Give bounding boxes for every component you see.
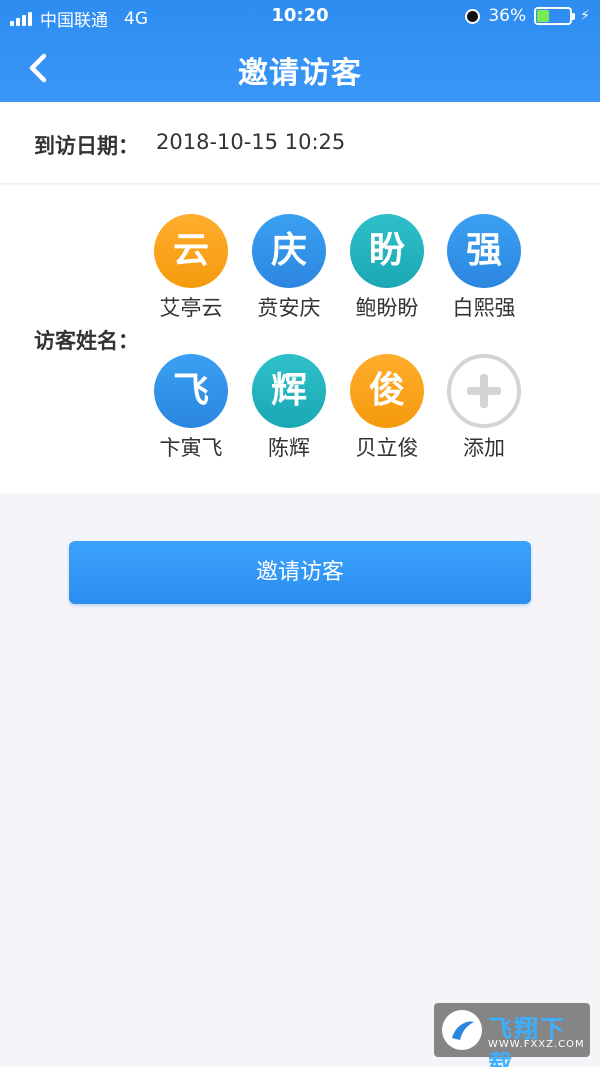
invite-visitor-button[interactable]: 邀请访客: [69, 541, 531, 604]
visitor-name: 白熙强: [452, 296, 516, 320]
visitor-item[interactable]: 辉 陈辉: [241, 354, 337, 462]
visitor-avatar: 飞: [154, 354, 228, 428]
visitor-avatar: 庆: [252, 214, 326, 288]
top-header: 中国联通 4G 10:20 36% ⚡ 邀请访客: [0, 0, 600, 102]
battery-percent: 36%: [488, 6, 527, 26]
battery-icon: [534, 7, 576, 25]
visitor-avatar: 俊: [350, 354, 424, 428]
visitor-section: 访客姓名： 云 艾亭云 庆 贲安庆 盼 鲍盼盼 强 白熙强 飞 卞寅飞 辉 陈辉…: [0, 185, 600, 493]
visitor-avatar: 辉: [252, 354, 326, 428]
visit-date-row[interactable]: 到访日期： 2018-10-15 10:25: [0, 102, 600, 184]
add-visitor-button[interactable]: 添加: [436, 354, 532, 462]
visitor-avatar: 云: [154, 214, 228, 288]
visitor-item[interactable]: 庆 贲安庆: [241, 214, 337, 322]
status-bar: 中国联通 4G 10:20 36% ⚡: [0, 0, 600, 34]
page-title: 邀请访客: [238, 56, 362, 91]
visitor-name: 卞寅飞: [159, 436, 223, 460]
visitor-name: 贝立俊: [355, 436, 419, 460]
visitor-item[interactable]: 强 白熙强: [436, 214, 532, 322]
visitor-item[interactable]: 俊 贝立俊: [339, 354, 435, 462]
visitor-item[interactable]: 飞 卞寅飞: [143, 354, 239, 462]
watermark-text: 飞翔下载: [488, 1015, 566, 1067]
visitor-item[interactable]: 盼 鲍盼盼: [339, 214, 435, 322]
visit-date-value[interactable]: 2018-10-15 10:25: [156, 130, 345, 154]
alarm-icon: [465, 8, 481, 24]
visitor-avatar: 强: [447, 214, 521, 288]
visitor-name: 陈辉: [268, 436, 310, 460]
site-watermark: 飞翔下载 WWW.FXXZ.COM: [434, 1003, 590, 1067]
charging-icon: ⚡: [580, 8, 590, 24]
visitor-name-label: 访客姓名：: [34, 329, 139, 353]
watermark-url: WWW.FXXZ.COM: [488, 1039, 585, 1050]
plus-icon: [447, 354, 521, 428]
visitor-name: 贲安庆: [257, 296, 321, 320]
visitor-avatar: 盼: [350, 214, 424, 288]
visit-date-label: 到访日期：: [34, 134, 139, 158]
watermark-logo: [442, 1010, 482, 1050]
visitor-name: 鲍盼盼: [355, 296, 419, 320]
visitor-item[interactable]: 云 艾亭云: [143, 214, 239, 322]
visitor-name: 艾亭云: [159, 296, 223, 320]
add-visitor-label: 添加: [463, 436, 505, 460]
